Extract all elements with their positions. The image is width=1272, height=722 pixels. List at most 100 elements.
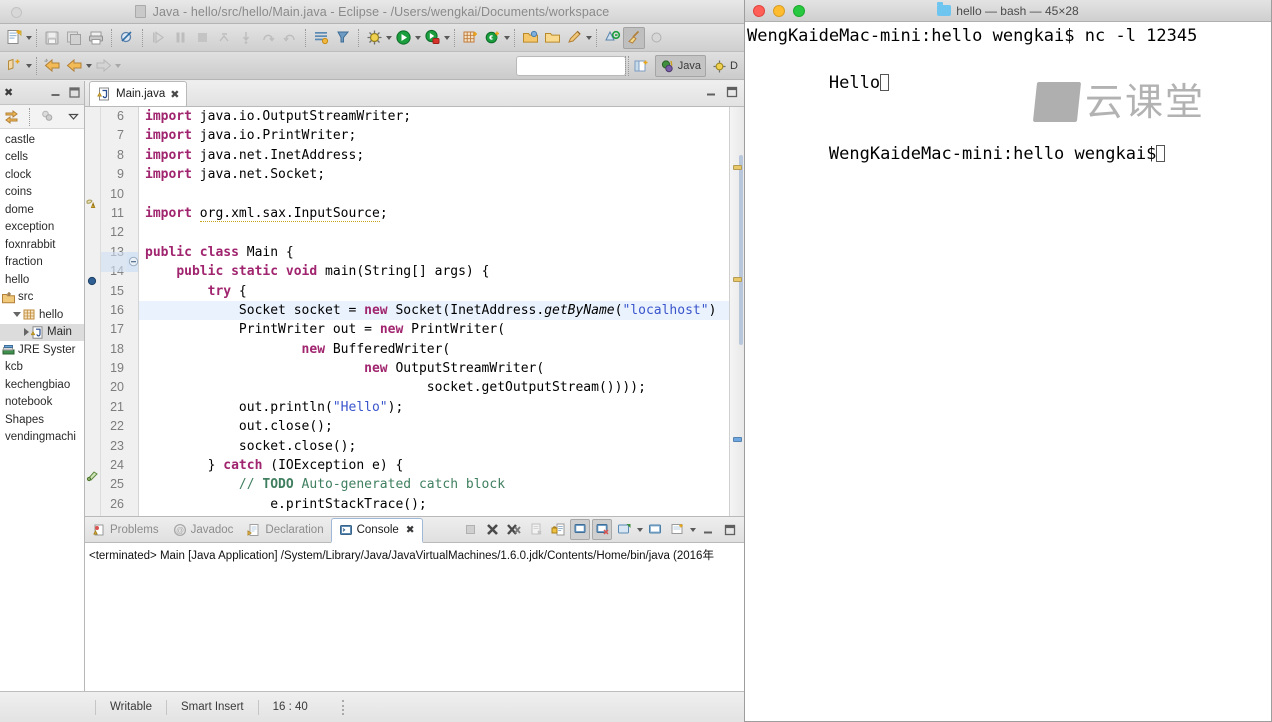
new-element-icon[interactable] [3, 55, 25, 77]
minimize-button[interactable] [773, 5, 785, 17]
terminal-body[interactable]: WengKaideMac-mini:hello wengkai$ nc -l 1… [745, 22, 1271, 721]
new-java-class-icon[interactable] [481, 27, 503, 49]
editor-tab-main-java[interactable]: Main.java ✖ [89, 81, 187, 106]
open-perspective-icon[interactable] [631, 55, 653, 77]
new-java-class-dropdown-arrow[interactable] [504, 36, 510, 40]
tree-item-vendingmachi[interactable]: vendingmachi [0, 429, 84, 447]
scroll-lock-icon[interactable] [548, 519, 568, 540]
editor-scroll-thumb[interactable] [739, 155, 743, 345]
tree-item-clock[interactable]: clock [0, 166, 84, 184]
perspective-debug[interactable]: D [708, 55, 742, 77]
new-console-dropdown-dropdown-arrow[interactable] [690, 528, 696, 532]
print-icon[interactable] [85, 27, 107, 49]
new-console-view-icon[interactable] [645, 519, 665, 540]
code-line[interactable]: out.println("Hello"); [139, 398, 729, 417]
open-console-icon[interactable] [614, 519, 634, 540]
editor-source-text[interactable]: import java.io.OutputStreamWriter;import… [139, 107, 729, 516]
code-line[interactable] [139, 185, 729, 204]
minimize-icon[interactable] [50, 87, 61, 98]
open-console-dropdown-arrow[interactable] [637, 528, 643, 532]
code-line[interactable]: socket.close(); [139, 437, 729, 456]
pin-console-icon[interactable] [570, 519, 590, 540]
link-with-editor-icon[interactable] [4, 109, 19, 124]
console-tabrow[interactable]: Problems@JavadocDeclarationConsole✖ [85, 517, 744, 543]
terminate-icon[interactable] [460, 519, 480, 540]
toggle-mark-occurrences-icon[interactable] [116, 27, 138, 49]
console-tab-console[interactable]: Console✖ [331, 518, 423, 543]
toolbar-overflow-icon[interactable] [645, 27, 667, 49]
code-line[interactable] [139, 223, 729, 242]
ruler-marker[interactable] [733, 165, 742, 170]
run-last-tool-icon[interactable] [421, 27, 443, 49]
code-line[interactable]: public static void main(String[] args) { [139, 262, 729, 281]
tree-item-main[interactable]: Main [0, 324, 84, 342]
tree-item-coins[interactable]: coins [0, 184, 84, 202]
ruler-marker[interactable] [733, 437, 742, 442]
open-task-icon[interactable] [332, 27, 354, 49]
code-line[interactable]: new OutputStreamWriter( [139, 359, 729, 378]
editor-maximize-icon[interactable] [726, 86, 738, 98]
tree-item-jre-syster[interactable]: JRE Syster [0, 341, 84, 359]
code-line[interactable]: PrintWriter out = new PrintWriter( [139, 320, 729, 339]
tree-item-src[interactable]: src [0, 289, 84, 307]
perspective-switcher[interactable]: Java D [625, 52, 744, 80]
tree-item-dome[interactable]: dome [0, 201, 84, 219]
new-wizard-dropdown-arrow[interactable] [26, 36, 32, 40]
open-type-icon[interactable] [310, 27, 332, 49]
main-toolbar[interactable] [0, 24, 744, 52]
breakpoint-marker-icon[interactable] [86, 272, 100, 291]
editor-marker-gutter[interactable]: ! [85, 107, 101, 516]
tree-item-fraction[interactable]: fraction [0, 254, 84, 272]
tree-item-hello[interactable]: hello [0, 306, 84, 324]
code-line[interactable]: try { [139, 282, 729, 301]
chevron-down-icon[interactable] [13, 312, 21, 317]
package-explorer-toolbar[interactable] [0, 105, 84, 129]
console-tab-problems[interactable]: Problems [85, 517, 166, 542]
code-line[interactable]: socket.getOutputStream()))); [139, 378, 729, 397]
tree-item-kcb[interactable]: kcb [0, 359, 84, 377]
terminal-titlebar[interactable]: hello — bash — 45×28 [745, 0, 1271, 22]
new-element-dropdown-arrow[interactable] [26, 64, 32, 68]
back-history-icon[interactable] [41, 55, 63, 77]
new-wizard-icon[interactable] [3, 27, 25, 49]
code-line[interactable]: } catch (IOException e) { [139, 456, 729, 475]
open-folder-icon[interactable] [519, 27, 541, 49]
zoom-button[interactable] [793, 5, 805, 17]
debug-icon[interactable] [363, 27, 385, 49]
console-maximize-icon[interactable] [720, 519, 740, 540]
tree-item-kechengbiao[interactable]: kechengbiao [0, 376, 84, 394]
back-icon[interactable] [63, 55, 85, 77]
traffic-lights[interactable] [753, 5, 805, 17]
new-console-dropdown-icon[interactable] [667, 519, 687, 540]
code-editor[interactable]: ! 67891011121314151617181920212223242526… [85, 107, 744, 516]
code-line[interactable]: import org.xml.sax.InputSource; [139, 204, 729, 223]
editor-minimize-icon[interactable] [705, 86, 717, 98]
editor-tab-close-icon[interactable]: ✖ [170, 88, 179, 101]
code-line[interactable]: import java.net.InetAddress; [139, 146, 729, 165]
project-tree[interactable]: castlecellsclockcoinsdomeexceptionfoxnra… [0, 129, 84, 691]
code-line[interactable]: Socket socket = new Socket(InetAddress.g… [139, 301, 729, 320]
editor-tabrow[interactable]: Main.java ✖ [85, 81, 744, 107]
tree-item-foxnrabbit[interactable]: foxnrabbit [0, 236, 84, 254]
code-line[interactable]: import java.io.OutputStreamWriter; [139, 107, 729, 126]
maximize-icon[interactable] [69, 87, 80, 98]
code-line[interactable]: import java.io.PrintWriter; [139, 126, 729, 145]
secondary-toolbar[interactable]: Java D [0, 52, 744, 80]
new-java-package-icon[interactable] [459, 27, 481, 49]
console-tab-declaration[interactable]: Declaration [240, 517, 330, 542]
collapse-all-icon[interactable] [40, 109, 55, 124]
open-resource-icon[interactable] [541, 27, 563, 49]
fold-toggle-icon[interactable] [127, 252, 139, 271]
code-line[interactable]: import java.net.Socket; [139, 165, 729, 184]
run-last-tool-dropdown-arrow[interactable] [444, 36, 450, 40]
pencil-dropdown-arrow[interactable] [586, 36, 592, 40]
remove-launch-icon[interactable] [482, 519, 502, 540]
code-line[interactable]: out.close(); [139, 417, 729, 436]
status-resize-grip[interactable] [342, 700, 345, 715]
code-line[interactable]: // TODO Auto-generated catch block [139, 475, 729, 494]
console-toolbar[interactable] [460, 519, 740, 540]
quickfix-marker-icon[interactable] [86, 466, 100, 485]
chevron-right-icon[interactable] [24, 328, 29, 336]
broom-icon[interactable] [623, 27, 645, 49]
editor-folding-gutter[interactable] [127, 107, 139, 516]
